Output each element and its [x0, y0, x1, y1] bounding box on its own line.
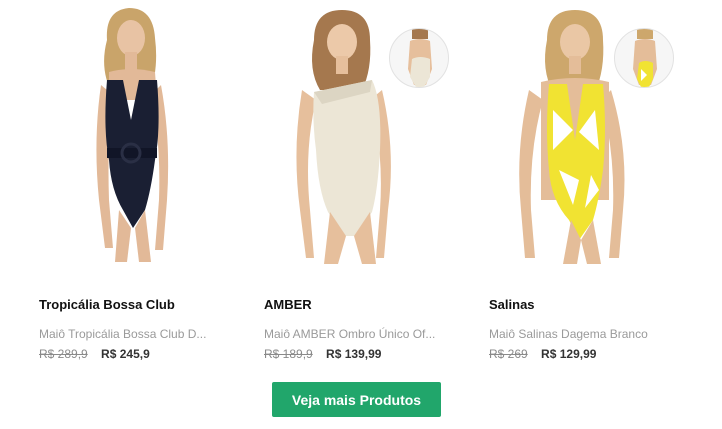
see-more-products-button[interactable]: Veja mais Produtos	[272, 382, 441, 417]
model-black-swimsuit-image	[96, 8, 169, 262]
product-image[interactable]	[39, 0, 239, 270]
product-name[interactable]: AMBER	[264, 297, 464, 312]
back-view-icon	[408, 29, 432, 87]
product-card[interactable]: AMBER Maiô AMBER Ombro Único Of... R$ 18…	[264, 0, 464, 370]
product-prices: R$ 269 R$ 129,99	[489, 347, 596, 361]
product-description: Maiô AMBER Ombro Único Of...	[264, 327, 436, 341]
product-name[interactable]: Tropicália Bossa Club	[39, 297, 239, 312]
old-price: R$ 269	[489, 347, 528, 361]
product-description: Maiô Tropicália Bossa Club D...	[39, 327, 207, 341]
old-price: R$ 189,9	[264, 347, 313, 361]
product-prices: R$ 189,9 R$ 139,99	[264, 347, 381, 361]
product-image[interactable]	[264, 0, 464, 270]
current-price: R$ 139,99	[326, 347, 382, 361]
product-card[interactable]: Tropicália Bossa Club Maiô Tropicália Bo…	[39, 0, 239, 370]
product-description: Maiô Salinas Dagema Branco	[489, 327, 648, 341]
back-view-thumbnail[interactable]	[389, 28, 449, 88]
product-name[interactable]: Salinas	[489, 297, 689, 312]
product-prices: R$ 289,9 R$ 245,9	[39, 347, 150, 361]
product-image[interactable]	[489, 0, 689, 270]
product-grid: Tropicália Bossa Club Maiô Tropicália Bo…	[0, 0, 722, 375]
back-view-thumbnail[interactable]	[614, 28, 674, 88]
current-price: R$ 245,9	[101, 347, 150, 361]
back-view-icon	[633, 29, 657, 87]
old-price: R$ 289,9	[39, 347, 88, 361]
product-card[interactable]: Salinas Maiô Salinas Dagema Branco R$ 26…	[489, 0, 689, 370]
current-price: R$ 129,99	[541, 347, 597, 361]
